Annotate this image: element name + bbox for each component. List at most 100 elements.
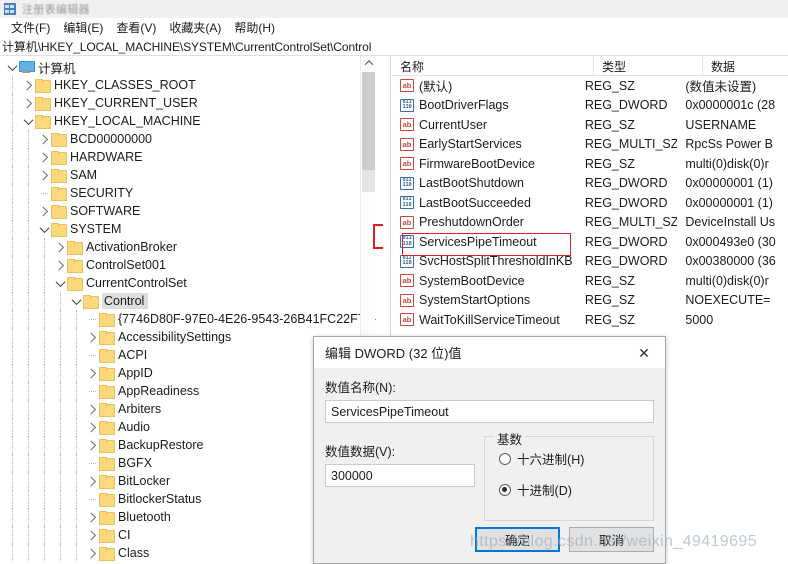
menu-bar: 文件(F) 编辑(E) 查看(V) 收藏夹(A) 帮助(H) xyxy=(0,18,788,37)
scroll-up-icon[interactable] xyxy=(361,56,376,70)
tree-node-label: ACPI xyxy=(118,348,148,362)
radio-decimal[interactable]: 十进制(D) xyxy=(499,480,653,499)
tree-guide-line xyxy=(28,544,29,562)
cell-type: REG_DWORD xyxy=(584,195,668,210)
tree-node[interactable]: ActivationBroker xyxy=(0,238,383,256)
tree-node-label: SECURITY xyxy=(70,186,134,200)
chevron-right-icon[interactable] xyxy=(38,202,51,220)
menu-favorites[interactable]: 收藏夹(A) xyxy=(163,18,228,37)
menu-view[interactable]: 查看(V) xyxy=(110,18,163,37)
column-header-type[interactable]: 类型 xyxy=(593,56,702,75)
chevron-right-icon[interactable] xyxy=(54,256,67,274)
table-row[interactable]: 011 110 BootDriverFlags REG_DWORD 0x0000001c… xyxy=(392,96,788,116)
menu-file[interactable]: 文件(F) xyxy=(5,18,57,37)
scrollbar-thumb[interactable] xyxy=(362,72,375,170)
tree-guide-line xyxy=(28,148,29,166)
scrollbar-track[interactable] xyxy=(362,170,375,192)
tree-node[interactable]: BCD00000000 xyxy=(0,130,383,148)
chevron-down-icon[interactable] xyxy=(38,220,51,238)
radio-decimal-indicator[interactable] xyxy=(499,483,512,496)
chevron-right-icon[interactable] xyxy=(86,472,99,490)
menu-edit[interactable]: 编辑(E) xyxy=(57,18,110,37)
value-name-input[interactable]: ServicesPipeTimeout xyxy=(325,400,654,423)
tree-guide-line xyxy=(28,220,29,238)
tree-guide-line xyxy=(28,238,29,256)
tree-node[interactable]: HKEY_CURRENT_USER xyxy=(0,94,383,112)
chevron-right-icon[interactable] xyxy=(86,364,99,382)
chevron-down-icon[interactable] xyxy=(54,274,67,292)
table-row[interactable]: 011 110 LastBootShutdown REG_DWORD 0x0000000… xyxy=(392,174,788,194)
chevron-right-icon[interactable] xyxy=(86,526,99,544)
tree-guide-line xyxy=(44,508,45,526)
tree-node[interactable]: SECURITY xyxy=(0,184,383,202)
chevron-right-icon[interactable] xyxy=(38,166,51,184)
tree-node[interactable]: {7746D80F-97E0-4E26-9543-26B41FC22F79} xyxy=(0,310,383,328)
tree-guide-line xyxy=(76,346,77,364)
radio-hexadecimal-indicator[interactable] xyxy=(499,452,512,465)
chevron-down-icon[interactable] xyxy=(70,292,83,310)
tree-node[interactable]: SAM xyxy=(0,166,383,184)
value-data-input[interactable]: 300000 xyxy=(325,464,475,487)
dword-value-icon: 011 110 xyxy=(400,98,414,112)
chevron-right-icon[interactable] xyxy=(86,418,99,436)
value-name: ServicesPipeTimeout xyxy=(419,234,537,249)
tree-node[interactable]: HARDWARE xyxy=(0,148,383,166)
chevron-right-icon[interactable] xyxy=(86,328,99,346)
value-name: WaitToKillServiceTimeout xyxy=(419,312,560,327)
tree-node[interactable]: CurrentControlSet xyxy=(0,274,383,292)
tree-node[interactable]: ControlSet001 xyxy=(0,256,383,274)
address-bar[interactable]: 计算机\HKEY_LOCAL_MACHINE\SYSTEM\CurrentCon… xyxy=(0,37,788,56)
tree-guide-line xyxy=(12,346,13,364)
tree-guide-line xyxy=(12,400,13,418)
chevron-right-icon[interactable] xyxy=(86,436,99,454)
chevron-right-icon[interactable] xyxy=(86,400,99,418)
menu-help[interactable]: 帮助(H) xyxy=(228,18,282,37)
tree-guide-line xyxy=(60,454,61,472)
cell-name: 011 110 SvcHostSplitThresholdInKB xyxy=(392,254,577,268)
table-row[interactable]: ab (默认) REG_SZ (数值未设置) xyxy=(392,76,788,96)
table-row[interactable]: ab WaitToKillServiceTimeout REG_SZ 5000 xyxy=(392,310,788,330)
tree-node[interactable]: HKEY_CLASSES_ROOT xyxy=(0,76,383,94)
tree-guide-line xyxy=(60,418,61,436)
cell-data: 0x0000001c (28 xyxy=(685,98,776,113)
table-row[interactable]: ab FirmwareBootDevice REG_SZ multi(0)disk(0… xyxy=(392,154,788,174)
column-header-data[interactable]: 数据 xyxy=(702,56,788,75)
value-name: SystemBootDevice xyxy=(419,273,525,288)
chevron-down-icon[interactable] xyxy=(6,58,19,76)
tree-node[interactable]: SOFTWARE xyxy=(0,202,383,220)
tree-node[interactable]: Control xyxy=(0,292,383,310)
close-icon[interactable]: ✕ xyxy=(623,337,665,368)
tree-node-label: AppReadiness xyxy=(118,384,200,398)
tree-node[interactable]: HKEY_LOCAL_MACHINE xyxy=(0,112,383,130)
table-row[interactable]: ab SystemStartOptions REG_SZ NOEXECUTE= xyxy=(392,291,788,311)
dword-value-icon: 011 110 xyxy=(400,254,414,268)
table-row[interactable]: ab CurrentUser REG_SZ USERNAME xyxy=(392,115,788,135)
chevron-right-icon[interactable] xyxy=(54,238,67,256)
cell-name: ab CurrentUser xyxy=(392,118,577,132)
chevron-right-icon[interactable] xyxy=(86,508,99,526)
chevron-right-icon[interactable] xyxy=(38,130,51,148)
chevron-down-icon[interactable] xyxy=(22,112,35,130)
chevron-right-icon[interactable] xyxy=(38,148,51,166)
tree-guide-line xyxy=(44,526,45,544)
tree-node[interactable]: 计算机 xyxy=(0,58,383,76)
chevron-right-icon[interactable] xyxy=(22,76,35,94)
chevron-right-icon[interactable] xyxy=(86,544,99,562)
column-header-name[interactable]: 名称 xyxy=(392,56,593,75)
tree-node-label: BitLocker xyxy=(118,474,171,488)
table-row[interactable]: ab SystemBootDevice REG_SZ multi(0)disk(0)r xyxy=(392,271,788,291)
table-row[interactable]: ab EarlyStartServices REG_MULTI_SZ RpcSs Po… xyxy=(392,135,788,155)
list-column-headers: 名称 类型 数据 xyxy=(392,56,788,76)
table-row[interactable]: 011 110 LastBootSucceeded REG_DWORD 0x000000… xyxy=(392,193,788,213)
chevron-right-icon[interactable] xyxy=(22,94,35,112)
cell-data: USERNAME xyxy=(685,117,757,132)
table-row[interactable]: 011 110 ServicesPipeTimeout REG_DWORD 0x0004… xyxy=(392,232,788,252)
tree-node[interactable]: SYSTEM xyxy=(0,220,383,238)
folder-icon xyxy=(99,367,115,381)
tree-guide-line xyxy=(44,418,45,436)
table-row[interactable]: 011 110 SvcHostSplitThresholdInKB REG_DWORD… xyxy=(392,252,788,272)
folder-icon xyxy=(99,331,115,345)
table-row[interactable]: ab PreshutdownOrder REG_MULTI_SZ DeviceInst… xyxy=(392,213,788,233)
tree-guide-line xyxy=(12,454,13,472)
radio-hexadecimal[interactable]: 十六进制(H) xyxy=(499,449,653,468)
